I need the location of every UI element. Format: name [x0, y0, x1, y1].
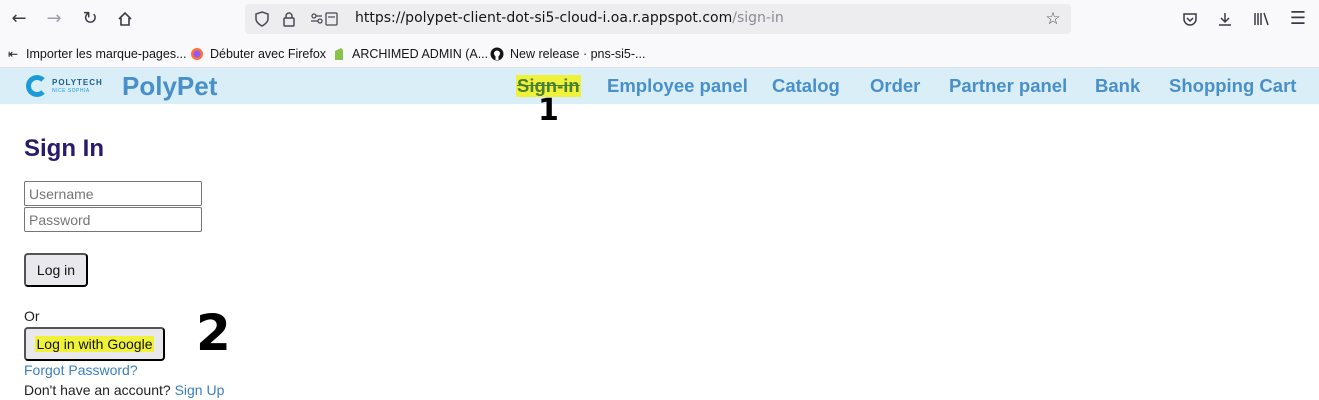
username-input[interactable]: [24, 181, 202, 206]
firefox-icon: [190, 47, 204, 61]
polytech-logo[interactable]: POLYTECH NICE SOPHIA: [26, 74, 116, 98]
github-icon: [490, 47, 504, 61]
no-account-text: Don't have an account?: [24, 382, 171, 398]
page-title: Sign In: [24, 135, 104, 162]
browser-toolbar: ← → ↻ https://polypet-client-dot-si5-clo…: [0, 0, 1319, 40]
app-navbar: POLYTECH NICE SOPHIA PolyPet Sign-in Emp…: [0, 68, 1319, 104]
signup-link[interactable]: Sign Up: [175, 382, 225, 398]
forward-icon[interactable]: →: [43, 8, 65, 30]
import-icon: ⇤: [7, 47, 19, 61]
logo-main-text: POLYTECH: [52, 77, 103, 87]
password-input[interactable]: [24, 207, 202, 232]
url-main: https://polypet-client-dot-si5-cloud-i.o…: [355, 10, 733, 26]
reload-icon[interactable]: ↻: [79, 8, 101, 30]
login-button[interactable]: Log in: [24, 253, 88, 287]
url-bar[interactable]: https://polypet-client-dot-si5-cloud-i.o…: [245, 4, 1071, 34]
bookmark-import[interactable]: ⇤ Importer les marque-pages...: [6, 45, 187, 63]
pocket-icon[interactable]: [1179, 8, 1201, 30]
nav-partner-panel[interactable]: Partner panel: [949, 75, 1067, 97]
nav-catalog[interactable]: Catalog: [772, 75, 840, 97]
nav-employee-panel[interactable]: Employee panel: [607, 75, 748, 97]
menu-icon[interactable]: ☰: [1287, 8, 1309, 30]
bookmarks-bar: ⇤ Importer les marque-pages... Débuter a…: [0, 40, 1319, 68]
bookmark-firefox[interactable]: Débuter avec Firefox: [190, 45, 326, 63]
nav-bank[interactable]: Bank: [1095, 75, 1140, 97]
signup-row: Don't have an account? Sign Up: [24, 382, 224, 398]
back-icon[interactable]: ←: [8, 8, 30, 30]
bookmark-label: Débuter avec Firefox: [210, 47, 327, 61]
bookmark-label: Importer les marque-pages...: [26, 47, 187, 61]
google-login-button[interactable]: Log in with Google: [24, 327, 165, 361]
annotation-number-two: 2: [196, 304, 231, 362]
logo-ring-icon: [26, 75, 48, 97]
or-text: Or: [24, 308, 40, 324]
bookmark-label: New release · pns-si5-...: [510, 47, 646, 61]
home-icon[interactable]: [114, 8, 136, 30]
url-path: /sign-in: [732, 10, 784, 26]
archimed-icon: [332, 47, 346, 61]
library-icon[interactable]: [1251, 8, 1273, 30]
downloads-icon[interactable]: [1214, 8, 1236, 30]
lock-icon[interactable]: [280, 10, 298, 28]
nav-shopping-cart[interactable]: Shopping Cart: [1169, 75, 1296, 97]
brand-name[interactable]: PolyPet: [122, 71, 217, 102]
bookmark-archimed[interactable]: ARCHIMED ADMIN (A...: [332, 45, 488, 63]
permissions-icon[interactable]: [307, 10, 343, 28]
bookmark-github[interactable]: New release · pns-si5-...: [490, 45, 645, 63]
logo-sub-text: NICE SOPHIA: [52, 87, 90, 94]
url-text[interactable]: https://polypet-client-dot-si5-cloud-i.o…: [355, 10, 784, 26]
nav-order[interactable]: Order: [870, 75, 920, 97]
shield-icon[interactable]: [253, 10, 271, 28]
forgot-password-link[interactable]: Forgot Password?: [24, 362, 138, 378]
google-login-label: Log in with Google: [34, 336, 155, 352]
bookmark-label: ARCHIMED ADMIN (A...: [352, 47, 489, 61]
annotation-number-one: 1: [538, 93, 559, 128]
star-icon[interactable]: ☆: [1044, 9, 1062, 29]
